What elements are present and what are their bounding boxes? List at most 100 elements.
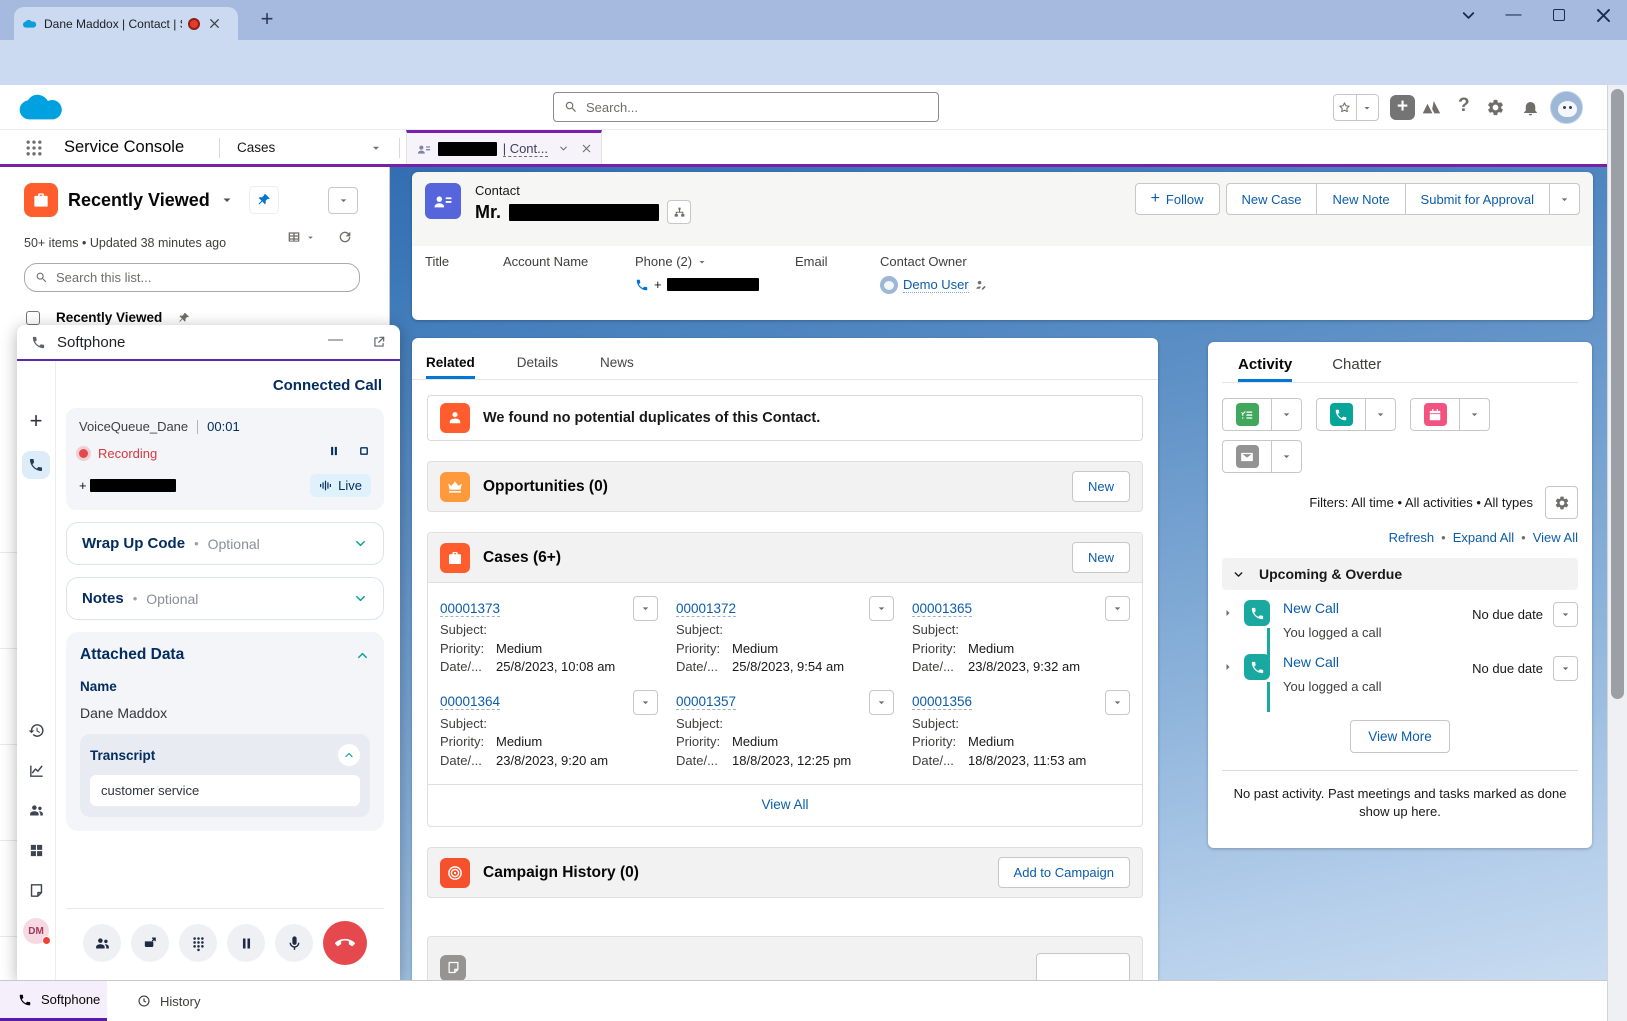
conference-button[interactable] (83, 924, 121, 962)
case-row-menu-button[interactable] (1105, 690, 1130, 715)
campaign-history-title[interactable]: Campaign History (0) (483, 864, 639, 882)
global-search[interactable] (553, 92, 939, 122)
transcript-text[interactable]: customer service (90, 775, 360, 806)
new-case-related-button[interactable]: New (1072, 542, 1130, 573)
hold-button[interactable] (227, 924, 265, 962)
event-menu-button[interactable] (1460, 398, 1490, 431)
new-call-tab-button[interactable]: + (30, 411, 43, 431)
cases-title[interactable]: Cases (6+) (483, 549, 561, 567)
list-view-selector-chevron-icon[interactable] (220, 193, 234, 207)
transfer-button[interactable] (131, 924, 169, 962)
global-search-input[interactable] (586, 100, 928, 115)
agent-avatar[interactable]: DM (23, 918, 49, 944)
nav-item-chevron-icon[interactable] (370, 142, 382, 154)
wrap-up-code-section[interactable]: Wrap Up Code • Optional (66, 522, 384, 565)
global-actions-button[interactable]: + (1390, 95, 1415, 120)
case-row-menu-button[interactable] (869, 596, 894, 621)
list-actions-menu-button[interactable] (328, 187, 358, 214)
refresh-list-icon[interactable] (337, 229, 353, 245)
field-value-phone[interactable]: + (635, 276, 795, 293)
case-number-link[interactable]: 00001373 (440, 601, 500, 617)
row-checkbox[interactable] (26, 311, 40, 325)
app-launcher-icon[interactable] (24, 138, 44, 158)
case-row-menu-button[interactable] (869, 690, 894, 715)
submit-for-approval-button[interactable]: Submit for Approval (1405, 183, 1549, 215)
display-as-button[interactable] (286, 229, 315, 245)
case-row-menu-button[interactable] (633, 690, 658, 715)
list-search-box[interactable] (24, 263, 360, 292)
call-menu-button[interactable] (1366, 398, 1396, 431)
activity-filter-gear-button[interactable] (1545, 486, 1578, 519)
cases-view-all-link[interactable]: View All (761, 797, 808, 812)
favorites-menu-button[interactable] (1356, 95, 1379, 120)
collapse-transcript-button[interactable] (338, 744, 360, 766)
expand-chevron-icon[interactable] (353, 591, 368, 606)
favorite-star-button[interactable] (1334, 95, 1356, 120)
user-avatar[interactable] (1550, 91, 1583, 124)
browser-tab[interactable]: Dane Maddox | Contact | Sal (14, 7, 238, 40)
stats-icon[interactable] (28, 762, 45, 779)
expand-chevron-icon[interactable] (353, 536, 368, 551)
call-history-icon[interactable] (28, 722, 45, 739)
task-menu-button[interactable] (1272, 398, 1302, 431)
more-actions-button[interactable] (1549, 183, 1580, 215)
collapse-chevron-icon[interactable] (355, 648, 370, 663)
pause-recording-button[interactable] (327, 444, 341, 463)
change-owner-icon[interactable] (974, 278, 988, 292)
view-all-link[interactable]: View All (1533, 530, 1578, 545)
list-search-input[interactable] (56, 270, 349, 285)
new-task-button[interactable] (1222, 398, 1272, 431)
softphone-header[interactable]: Softphone — (17, 325, 400, 359)
dialpad-button[interactable] (179, 924, 217, 962)
tab-news[interactable]: News (600, 355, 634, 379)
workspace-tab-contact[interactable]: | Cont... (406, 130, 602, 164)
expand-chevron-icon[interactable] (1222, 607, 1234, 619)
expand-chevron-icon[interactable] (1222, 661, 1234, 673)
nav-item-cases[interactable]: Cases (237, 140, 275, 155)
apps-grid-icon[interactable] (28, 842, 45, 859)
upcoming-overdue-section[interactable]: Upcoming & Overdue (1222, 558, 1578, 590)
list-partial-row[interactable]: Recently Viewed (26, 310, 190, 325)
tab-activity[interactable]: Activity (1238, 356, 1292, 382)
new-event-button[interactable] (1410, 398, 1460, 431)
tab-chatter[interactable]: Chatter (1332, 356, 1381, 382)
case-row-menu-button[interactable] (633, 596, 658, 621)
new-opportunity-button[interactable]: New (1072, 471, 1130, 502)
tab-related[interactable]: Related (426, 355, 475, 379)
popout-softphone-icon[interactable] (372, 335, 386, 349)
case-number-link[interactable]: 00001365 (912, 601, 972, 617)
new-case-button[interactable]: New Case (1226, 183, 1317, 215)
activity-item-link[interactable]: New Call (1283, 654, 1472, 670)
activity-item-menu-button[interactable] (1553, 602, 1578, 627)
scrollbar-thumb[interactable] (1611, 89, 1624, 699)
tab-details[interactable]: Details (517, 355, 558, 379)
trailhead-icon[interactable] (1420, 96, 1442, 118)
owner-link[interactable]: Demo User (903, 277, 969, 293)
notes-icon[interactable] (28, 882, 45, 899)
activity-item-link[interactable]: New Call (1283, 600, 1472, 616)
email-button[interactable] (1222, 440, 1272, 473)
add-to-campaign-button[interactable]: Add to Campaign (998, 857, 1130, 888)
partial-button[interactable] (1036, 953, 1130, 981)
follow-button[interactable]: + Follow (1135, 183, 1220, 215)
utility-history-tab[interactable]: History (119, 981, 218, 1021)
notifications-bell-icon[interactable] (1521, 98, 1540, 117)
view-hierarchy-button[interactable] (667, 200, 691, 224)
window-close-button[interactable] (1594, 6, 1613, 25)
case-number-link[interactable]: 00001356 (912, 694, 972, 710)
contacts-icon[interactable] (28, 802, 45, 819)
view-more-button[interactable]: View More (1350, 720, 1450, 753)
expand-all-link[interactable]: Expand All (1453, 530, 1514, 545)
tab-actions-chevron-icon[interactable] (558, 143, 569, 154)
notes-section[interactable]: Notes • Optional (66, 577, 384, 620)
new-note-button[interactable]: New Note (1316, 183, 1404, 215)
stop-recording-button[interactable] (357, 444, 371, 463)
tab-list-chevron-icon[interactable] (1459, 6, 1478, 25)
window-maximize-button[interactable] (1549, 6, 1568, 25)
tab-close-icon[interactable] (208, 17, 221, 30)
workspace-tab-close-icon[interactable] (581, 143, 592, 154)
page-scrollbar[interactable] (1607, 85, 1627, 1021)
help-button[interactable]: ? (1458, 95, 1470, 117)
minimize-softphone-button[interactable]: — (328, 331, 343, 348)
new-tab-button[interactable]: + (254, 6, 280, 32)
